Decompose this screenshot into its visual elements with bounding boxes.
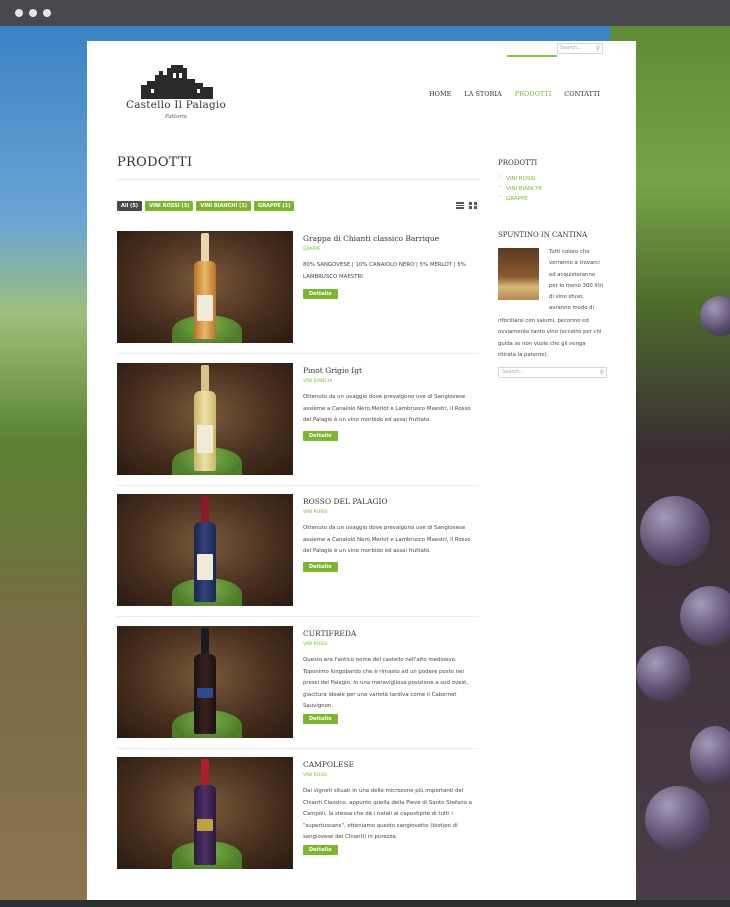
product-item: CAMPOLESE VINI ROSSI Dai vigneti situati…: [117, 757, 479, 869]
product-category[interactable]: GRAPPE: [303, 247, 321, 252]
grappa-bottle-icon: [194, 233, 216, 339]
main-nav: HOME LA STORIA PRODOTTI CONTATTI: [429, 90, 613, 100]
product-divider: [117, 485, 479, 486]
list-view-icon[interactable]: [456, 202, 464, 209]
product-category[interactable]: VINI ROSSI: [303, 642, 327, 647]
product-image[interactable]: [117, 626, 293, 738]
product-image[interactable]: [117, 363, 293, 475]
grid-view-icon[interactable]: [469, 202, 477, 209]
sidebar-heading: SPUNTINO IN CANTINA: [498, 231, 588, 239]
product-name[interactable]: Grappa di Chianti classico Barrique: [303, 234, 439, 243]
product-category[interactable]: VINI ROSSI: [303, 510, 327, 515]
window-dot-icon[interactable]: [43, 9, 51, 17]
product-description: Ottenuto da un uvaggio dove prevalgono u…: [303, 394, 471, 423]
product-item: CURTIFREDA VINI ROSSI Questo era l'antic…: [117, 626, 479, 738]
product-item: Grappa di Chianti classico Barrique GRAP…: [117, 231, 479, 343]
snack-text-beside: Tutti coloro che verranno a trovarci ed …: [549, 249, 604, 312]
sidebar-item-vini-rossi[interactable]: VINI ROSSI: [498, 172, 542, 184]
search-icon[interactable]: ⚲: [596, 44, 600, 53]
logo-name: Castello Il Palagio: [125, 99, 226, 111]
product-divider: [117, 616, 479, 617]
detail-button[interactable]: Dettalio: [303, 562, 338, 572]
castle-logo-icon: [141, 65, 213, 99]
product-divider: [117, 748, 479, 749]
filter-bar: All (5) VINI ROSSI (3) VINI BIANCHI (1) …: [117, 201, 295, 211]
filter-vini-rossi[interactable]: VINI ROSSI (3): [145, 201, 194, 211]
sidebar-products: PRODOTTI VINI ROSSI VINI BIANCHI GRAPPE: [498, 159, 542, 204]
detail-button[interactable]: Dettalio: [303, 431, 338, 441]
filter-all[interactable]: All (5): [117, 201, 143, 211]
filter-vini-bianchi[interactable]: VINI BIANCHI (1): [196, 201, 252, 211]
product-item: ROSSO DEL PALAGIO VINI ROSSI Ottenuto da…: [117, 494, 479, 606]
product-image[interactable]: [117, 494, 293, 606]
detail-button[interactable]: Dettalio: [303, 289, 338, 299]
detail-button[interactable]: Dettalio: [303, 845, 338, 855]
product-name[interactable]: ROSSO DEL PALAGIO: [303, 497, 388, 506]
product-name[interactable]: Pinot Grigio Igt: [303, 366, 362, 375]
sidebar-category-list: VINI ROSSI VINI BIANCHI GRAPPE: [498, 172, 542, 204]
red-wine-bottle-icon: [194, 496, 216, 602]
detail-button[interactable]: Dettalio: [303, 714, 338, 724]
white-wine-bottle-icon: [194, 365, 216, 471]
snack-image: [498, 248, 539, 300]
logo[interactable]: Castello Il Palagio Fattoria: [117, 65, 235, 127]
product-category[interactable]: VINI BIANCHI: [303, 379, 332, 384]
page-title: PRODOTTI: [117, 155, 193, 170]
product-description: Ottenuto da un uvaggio dove prevalgono u…: [303, 525, 471, 554]
page-content: Search... ⚲ Castello Il Palagio Fattoria…: [87, 41, 636, 900]
product-description: Questo era l'antico nome del castello ne…: [303, 657, 469, 709]
nav-item-prodotti[interactable]: PRODOTTI: [515, 90, 552, 100]
nav-accent-line: [507, 55, 557, 57]
search-icon[interactable]: ⚲: [600, 368, 604, 377]
grape-decoration: [640, 496, 710, 566]
sidebar-heading: PRODOTTI: [498, 159, 538, 167]
product-divider: [117, 353, 479, 354]
red-wine-bottle-icon: [194, 628, 216, 734]
product-name[interactable]: CAMPOLESE: [303, 760, 354, 769]
nav-item-la-storia[interactable]: LA STORIA: [464, 90, 501, 100]
product-image[interactable]: [117, 231, 293, 343]
title-divider: [117, 179, 479, 180]
bottom-bar: [0, 900, 730, 907]
red-wine-bottle-icon: [194, 759, 216, 865]
sidebar-item-vini-bianchi[interactable]: VINI BIANCHI: [498, 182, 542, 194]
window-dot-icon[interactable]: [29, 9, 37, 17]
product-name[interactable]: CURTIFREDA: [303, 629, 356, 638]
product-image[interactable]: [117, 757, 293, 869]
window-dot-icon[interactable]: [15, 9, 23, 17]
search-input[interactable]: Search... ⚲: [557, 43, 603, 54]
nav-item-home[interactable]: HOME: [429, 90, 451, 100]
sidebar-search-input[interactable]: Search... ⚲: [498, 367, 607, 378]
product-description: Dai vigneti situati in una delle microzo…: [303, 788, 472, 840]
grape-decoration: [645, 786, 710, 851]
grape-decoration: [636, 646, 691, 701]
snack-text-full: rifocillarsi con salumi, pecorino ed ovv…: [498, 318, 602, 358]
logo-tagline: Fattoria: [164, 114, 188, 120]
sidebar-item-grappe[interactable]: GRAPPE: [498, 192, 542, 204]
product-category[interactable]: VINI ROSSI: [303, 773, 327, 778]
product-item: Pinot Grigio Igt VINI BIANCHI Ottenuto d…: [117, 363, 479, 475]
filter-grappe[interactable]: GRAPPE (1): [254, 201, 295, 211]
nav-item-contatti[interactable]: CONTATTI: [564, 90, 600, 100]
browser-toolbar: [0, 0, 730, 26]
product-description: 80% SANGOVESE | 10% CANAIOLO NERO | 5% M…: [303, 262, 466, 280]
